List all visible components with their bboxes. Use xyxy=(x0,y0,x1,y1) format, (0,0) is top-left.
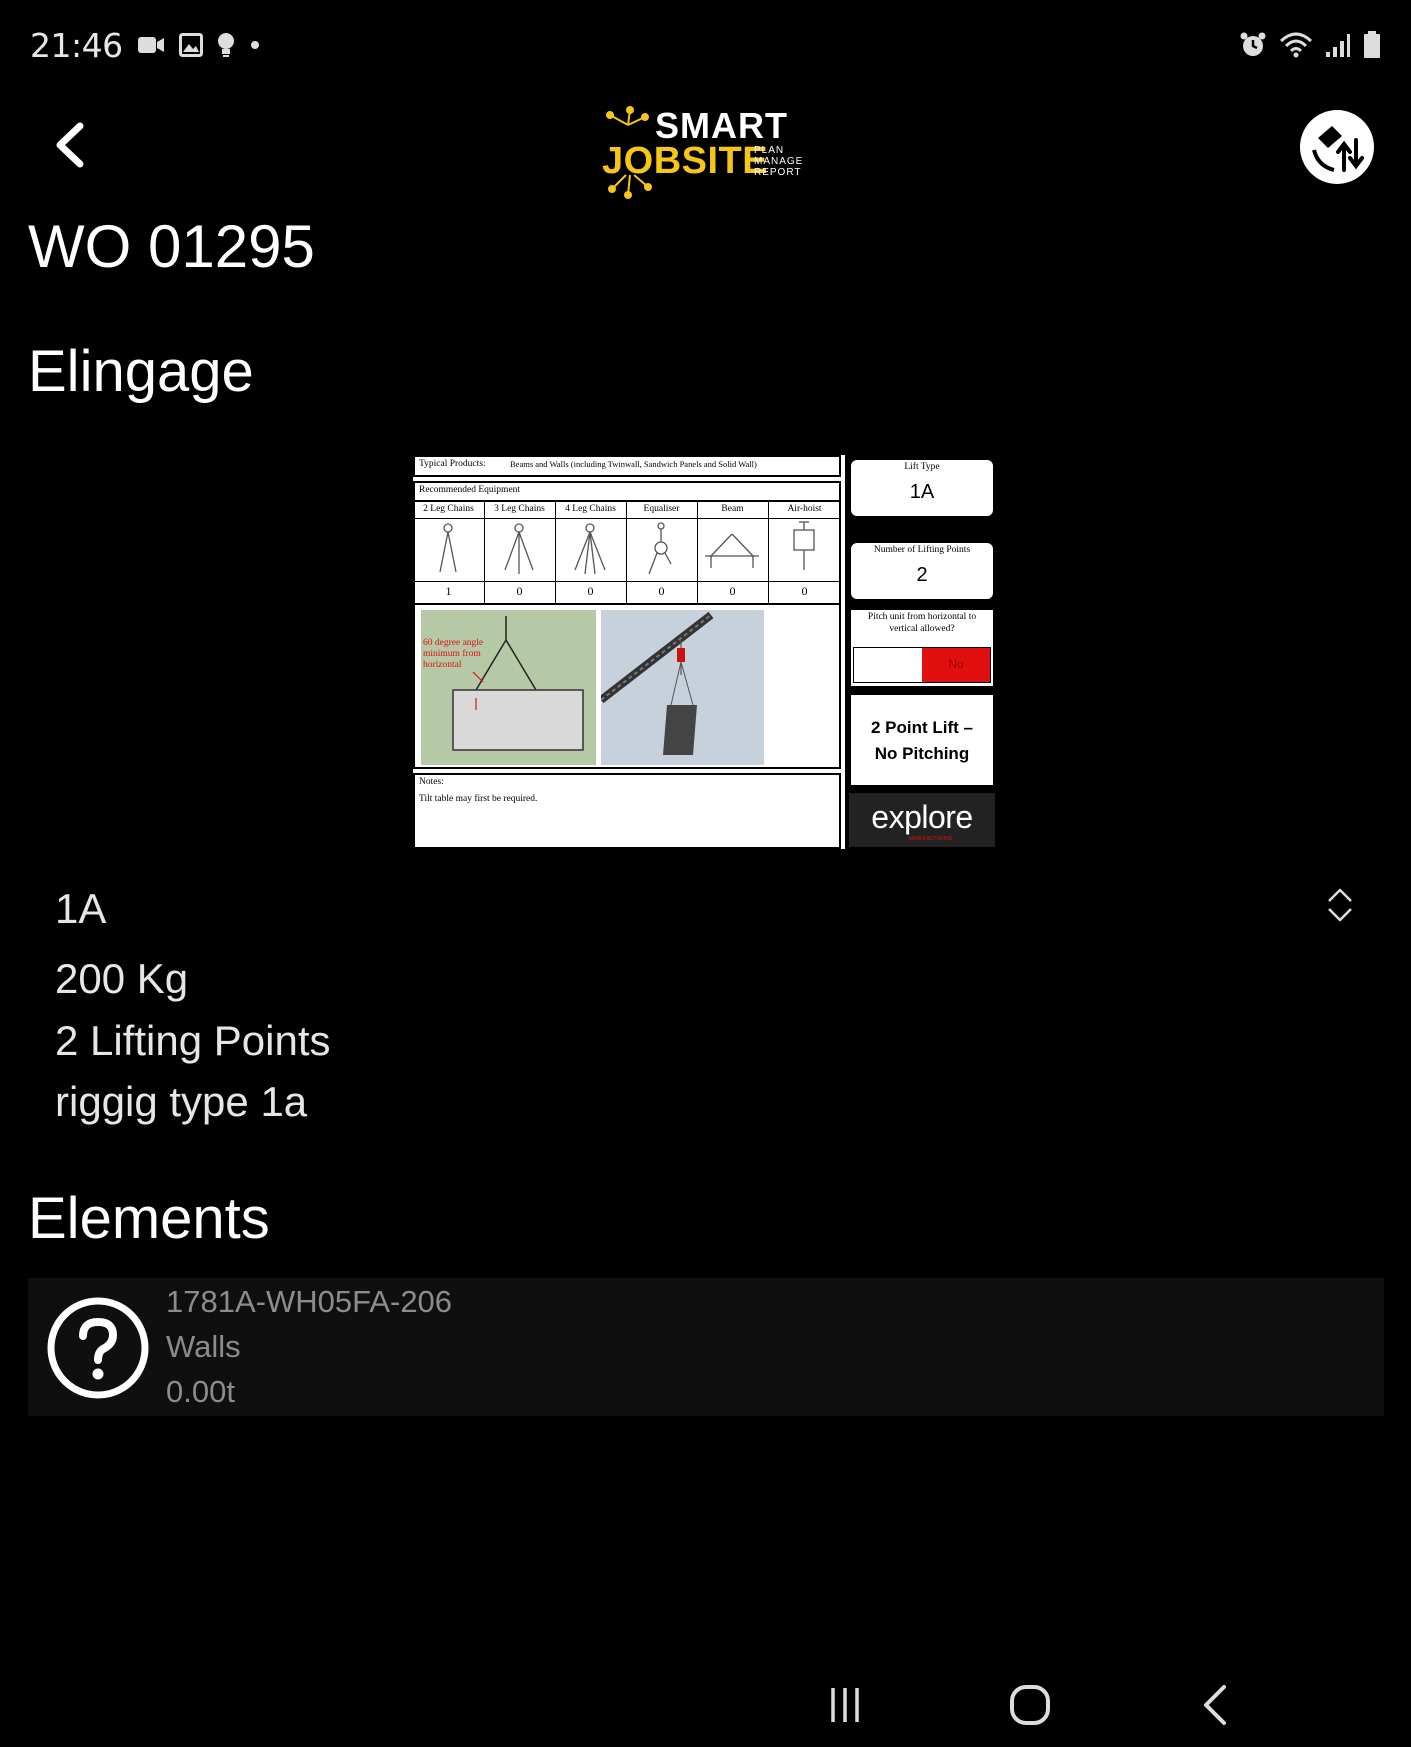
alarm-icon xyxy=(1240,32,1266,56)
lifting-points-label: Number of Lifting Points xyxy=(873,545,971,555)
image-icon xyxy=(178,33,203,57)
logo-jobsite: JOBSITE xyxy=(602,140,769,182)
crane-photo xyxy=(601,610,764,765)
back-button[interactable] xyxy=(50,120,90,170)
logo-tag-plan: PLAN xyxy=(754,145,785,156)
wifi-icon xyxy=(1279,32,1313,58)
work-order-title: WO 01295 xyxy=(28,213,315,280)
elements-heading: Elements xyxy=(28,1186,270,1251)
pitch-answer: No xyxy=(948,657,964,671)
pitch-toggle: No xyxy=(853,647,991,683)
typical-products-value: Beams and Walls (including Twinwall, San… xyxy=(510,459,757,469)
element-category: Walls xyxy=(166,1329,241,1364)
element-weight: 0.00t xyxy=(166,1374,235,1409)
equip-name-equaliser: Equaliser xyxy=(643,504,680,514)
typical-products-label: Typical Products: xyxy=(419,459,486,469)
lift-type-label: Lift Type xyxy=(904,462,940,472)
lift-summary: 2 Point Lift – No Pitching xyxy=(849,715,995,767)
rigging-type-title: 1A xyxy=(55,885,107,932)
bulb-icon xyxy=(217,33,234,57)
angle-diagram: 60 degree angle minimum from horizontal xyxy=(421,610,596,765)
status-right-icons xyxy=(1239,31,1381,59)
explore-brand-sub: MANUFACTURING xyxy=(909,836,953,842)
status-bar: 21:46 xyxy=(30,22,1381,68)
smart-jobsite-logo: SMART JOBSITE PLAN MANAGE REPORT xyxy=(600,105,820,200)
logo-tag-report: REPORT xyxy=(754,167,802,178)
equip-name-3-leg: 3 Leg Chains xyxy=(494,504,545,514)
equip-count-3-leg: 0 xyxy=(516,584,523,598)
recents-icon[interactable] xyxy=(815,1680,875,1730)
notes-box xyxy=(413,773,841,849)
equip-count-2-leg: 1 xyxy=(445,584,452,598)
equip-name-beam: Beam xyxy=(721,504,744,514)
battery-icon xyxy=(1364,31,1380,58)
notes-text: Tilt table may first be required. xyxy=(419,794,538,804)
notes-label: Notes: xyxy=(419,777,444,787)
logo-tag-manage: MANAGE xyxy=(754,156,804,167)
angle-note: 60 degree angle minimum from horizontal xyxy=(423,638,484,670)
lift-summary-line1: 2 Point Lift – xyxy=(871,718,973,737)
sync-icon[interactable] xyxy=(1298,108,1376,186)
recommended-equipment-label: Recommended Equipment xyxy=(419,485,521,495)
lift-summary-line2: No Pitching xyxy=(874,744,970,763)
equip-count-beam: 0 xyxy=(729,584,736,598)
rigging-description: riggig type 1a xyxy=(55,1078,308,1125)
explore-brand: explore xyxy=(871,799,973,835)
rigging-lifting-points: 2 Lifting Points xyxy=(55,1017,331,1064)
logo-tagline: PLAN MANAGE REPORT xyxy=(754,145,803,178)
status-left-icons xyxy=(137,32,261,58)
equipment-illustrations xyxy=(439,521,815,575)
equip-count-4-leg: 0 xyxy=(587,584,594,598)
element-code: 1781A-WH05FA-206 xyxy=(166,1284,453,1319)
equip-count-air-hoist: 0 xyxy=(801,584,808,598)
element-list-item[interactable]: 1781A-WH05FA-206 Walls 0.00t xyxy=(28,1278,1384,1416)
chevron-up-down-icon[interactable] xyxy=(1325,885,1355,925)
pitch-question: Pitch unit from horizontal to vertical a… xyxy=(867,612,977,634)
video-icon xyxy=(137,37,164,53)
home-icon[interactable] xyxy=(1000,1680,1060,1730)
status-time: 21:46 xyxy=(30,25,123,65)
equip-name-2-leg: 2 Leg Chains xyxy=(423,504,474,514)
dot-icon xyxy=(250,41,259,49)
lifting-points-value: 2 xyxy=(916,564,928,586)
back-icon[interactable] xyxy=(1186,1680,1246,1730)
elingage-heading: Elingage xyxy=(28,339,254,404)
rigging-sheet-image: Typical Products: Beams and Walls (inclu… xyxy=(413,455,999,849)
equip-name-4-leg: 4 Leg Chains xyxy=(565,504,616,514)
lift-type-value: 1A xyxy=(909,481,935,503)
explore-logo: explore MANUFACTURING xyxy=(849,793,995,847)
equip-name-air-hoist: Air-hoist xyxy=(787,504,822,514)
question-circle-icon xyxy=(47,1297,149,1399)
rigging-weight: 200 Kg xyxy=(55,955,189,1002)
equip-count-equaliser: 0 xyxy=(658,584,665,598)
signal-icon xyxy=(1326,34,1350,57)
